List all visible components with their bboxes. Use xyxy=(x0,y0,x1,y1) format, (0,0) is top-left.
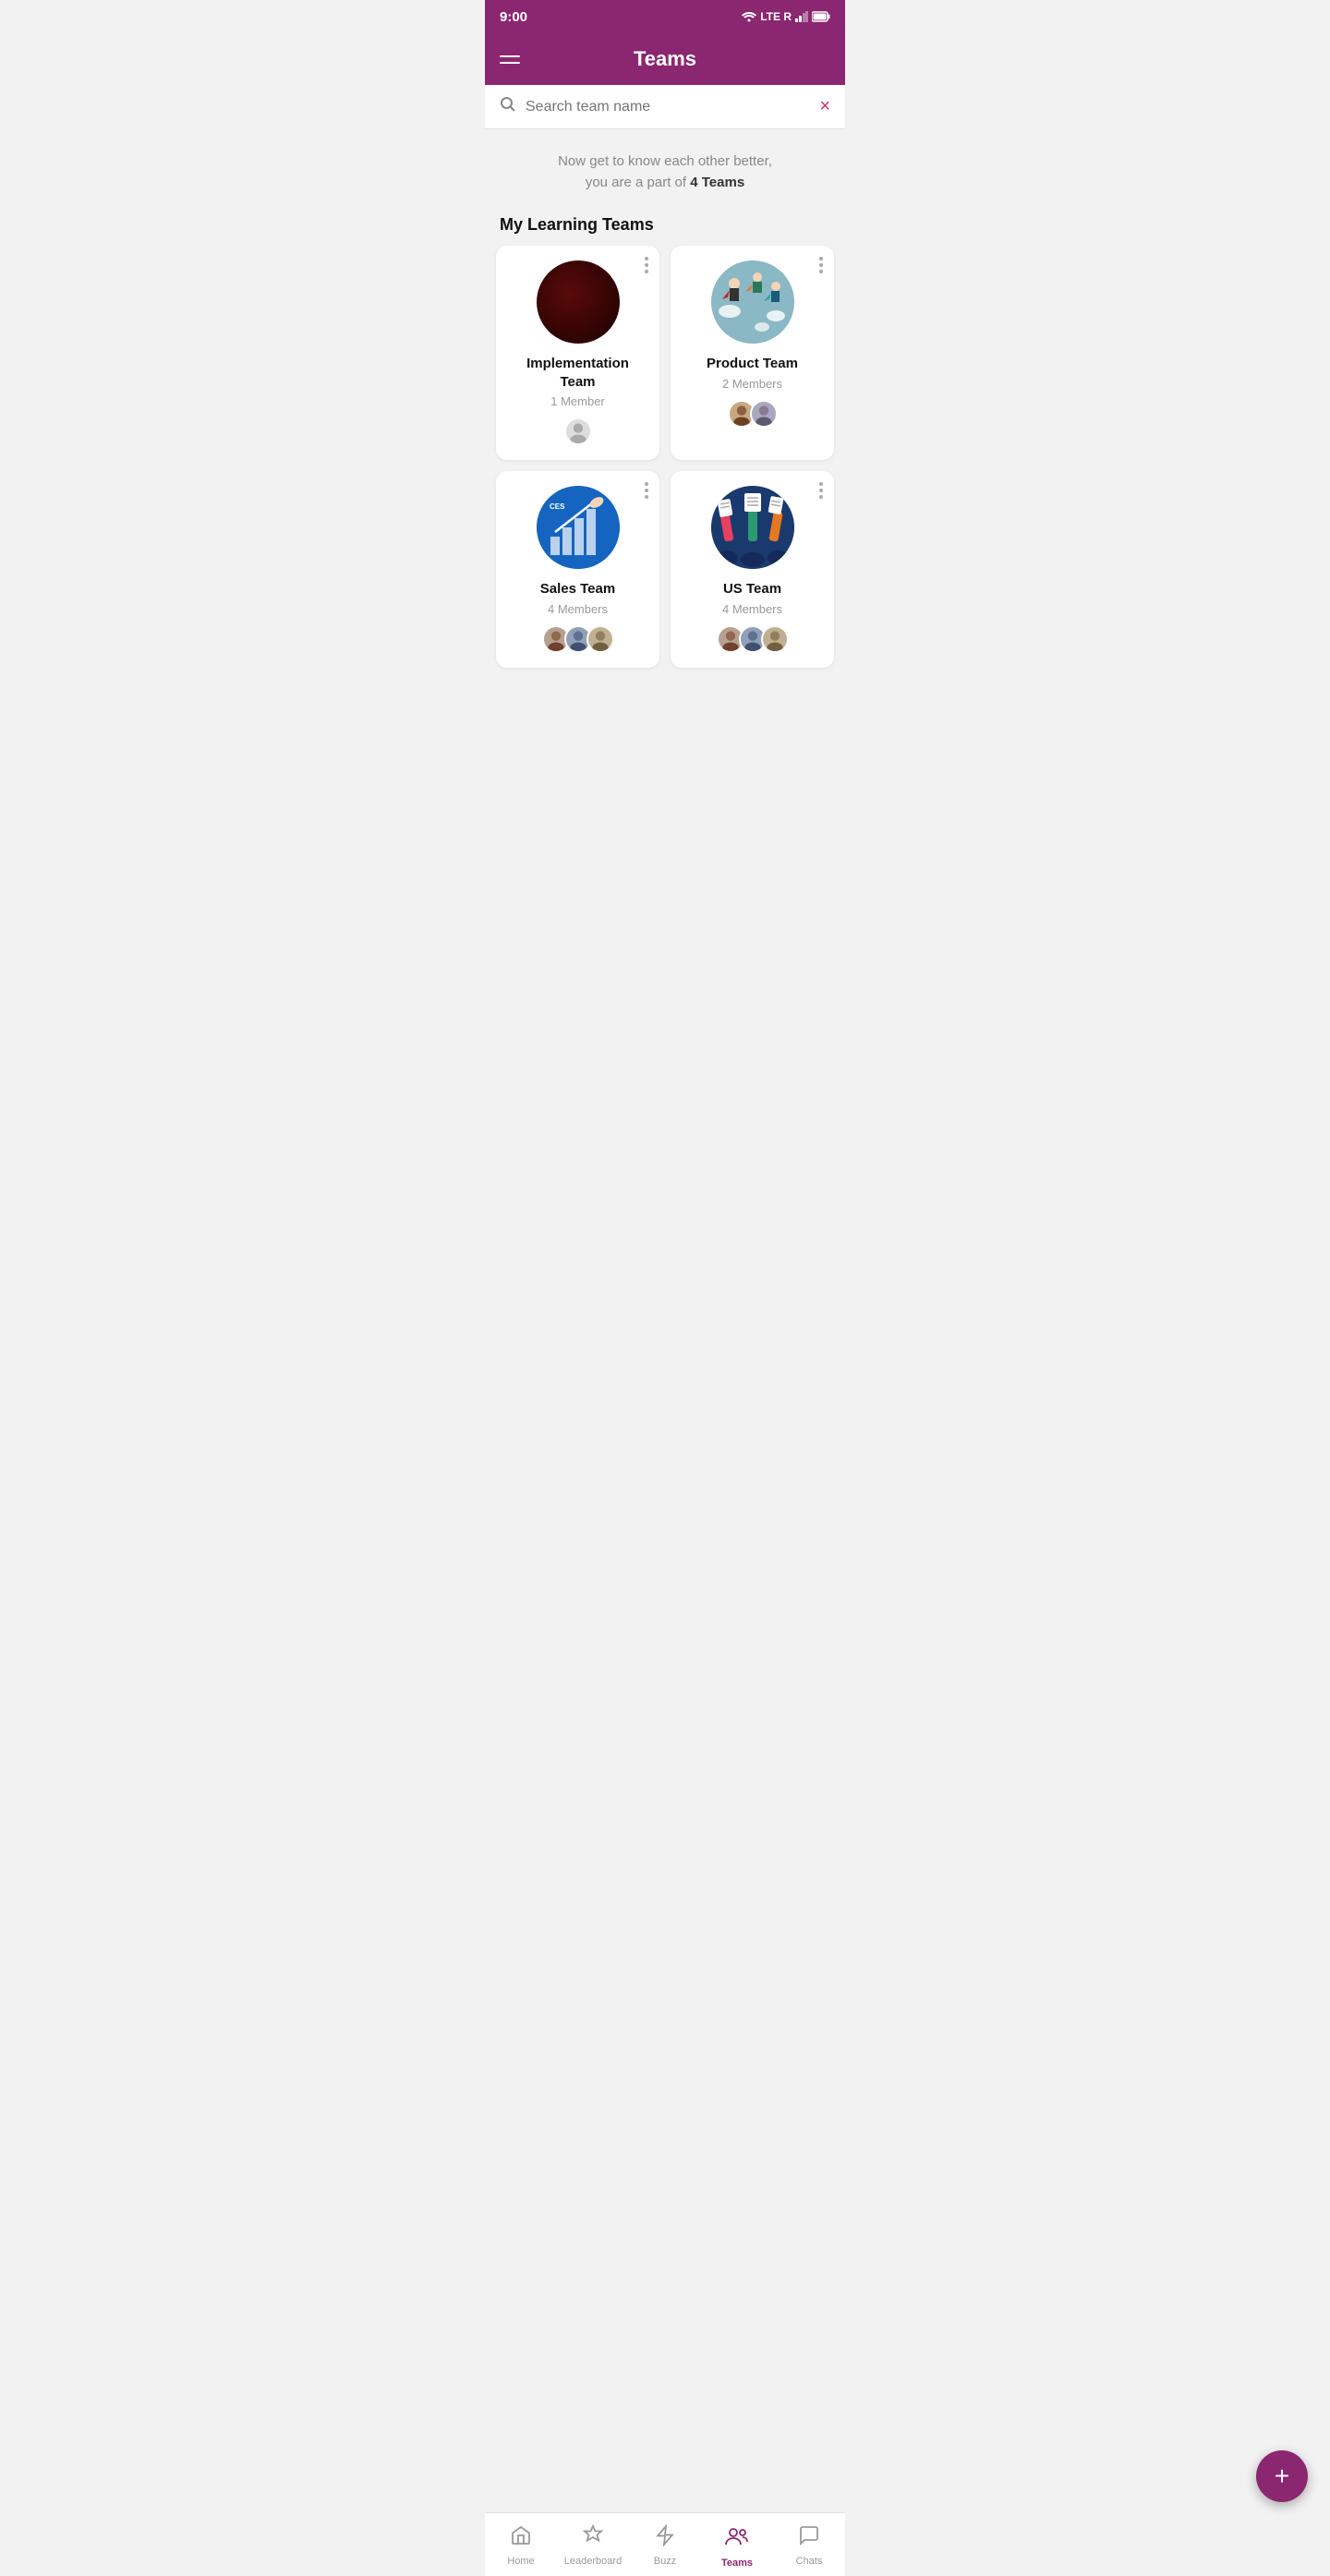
search-icon xyxy=(500,96,516,117)
nav-label-leaderboard: Leaderboard xyxy=(564,2556,622,2567)
team-name-us: US Team xyxy=(723,580,781,599)
nav-item-teams[interactable]: Teams xyxy=(701,2521,773,2572)
nav-label-home: Home xyxy=(507,2556,534,2567)
team-count: 4 Teams xyxy=(690,175,744,190)
team-card-product[interactable]: Product Team 2 Members xyxy=(671,246,834,460)
bottom-nav: Home Leaderboard Buzz Teams xyxy=(485,2512,845,2576)
nav-label-teams: Teams xyxy=(721,2558,753,2569)
buzz-icon xyxy=(654,2524,676,2552)
teams-grid: Implementation Team 1 Member xyxy=(485,246,845,679)
team-members-us: 4 Members xyxy=(722,602,782,616)
member-avatars-us xyxy=(717,625,789,653)
status-time: 9:00 xyxy=(500,9,527,25)
battery-icon xyxy=(812,11,830,22)
team-menu-sales[interactable] xyxy=(645,482,648,499)
nav-item-buzz[interactable]: Buzz xyxy=(629,2521,701,2572)
svg-text:CES: CES xyxy=(550,502,565,511)
us-team-illustration xyxy=(711,486,794,569)
intro-text: Now get to know each other better, you a… xyxy=(503,151,827,193)
nav-label-buzz: Buzz xyxy=(654,2556,676,2567)
header: Teams xyxy=(485,33,845,85)
team-name-product: Product Team xyxy=(707,355,798,373)
team-card-implementation[interactable]: Implementation Team 1 Member xyxy=(496,246,659,460)
main-content: Now get to know each other better, you a… xyxy=(485,129,845,790)
leaderboard-icon xyxy=(582,2524,604,2552)
team-name-implementation: Implementation Team xyxy=(507,355,648,391)
home-icon xyxy=(510,2524,532,2552)
team-name-sales: Sales Team xyxy=(540,580,615,599)
nav-item-leaderboard[interactable]: Leaderboard xyxy=(557,2521,629,2572)
team-card-sales[interactable]: CES Sales Team 4 Members xyxy=(496,471,659,668)
member-avatar xyxy=(750,400,778,428)
team-members-product: 2 Members xyxy=(722,377,782,391)
member-avatar xyxy=(586,625,614,653)
member-avatars-implementation xyxy=(564,417,592,445)
page-title: Teams xyxy=(634,47,696,71)
team-avatar-us xyxy=(711,486,794,569)
search-clear-button[interactable]: × xyxy=(819,96,830,117)
member-avatar xyxy=(564,417,592,445)
status-bar: 9:00 LTE R xyxy=(485,0,845,33)
team-menu-implementation[interactable] xyxy=(645,257,648,273)
wifi-icon xyxy=(742,11,756,22)
team-menu-product[interactable] xyxy=(819,257,823,273)
team-avatar-product xyxy=(711,260,794,344)
member-avatars-product xyxy=(728,400,778,428)
nav-label-chats: Chats xyxy=(796,2556,823,2567)
signal-icon xyxy=(795,11,808,22)
section-title: My Learning Teams xyxy=(485,208,845,246)
team-members-sales: 4 Members xyxy=(548,602,608,616)
team-avatar-sales: CES xyxy=(537,486,620,569)
team-members-implementation: 1 Member xyxy=(550,394,605,408)
sales-team-illustration: CES xyxy=(537,486,620,569)
member-avatars-sales xyxy=(542,625,614,653)
add-team-fab[interactable]: + xyxy=(1256,2450,1308,2502)
intro-section: Now get to know each other better, you a… xyxy=(485,129,845,208)
product-team-illustration xyxy=(711,260,794,344)
status-icons: LTE R xyxy=(742,10,830,23)
member-avatar xyxy=(761,625,789,653)
team-card-us[interactable]: US Team 4 Members xyxy=(671,471,834,668)
nav-item-chats[interactable]: Chats xyxy=(773,2521,845,2572)
menu-button[interactable] xyxy=(500,55,520,64)
chats-icon xyxy=(798,2524,820,2552)
search-input[interactable] xyxy=(526,99,810,115)
team-menu-us[interactable] xyxy=(819,482,823,499)
lte-label: LTE R xyxy=(760,10,792,23)
teams-icon xyxy=(725,2524,749,2554)
nav-item-home[interactable]: Home xyxy=(485,2521,557,2572)
search-bar: × xyxy=(485,85,845,129)
team-avatar-implementation xyxy=(537,260,620,344)
